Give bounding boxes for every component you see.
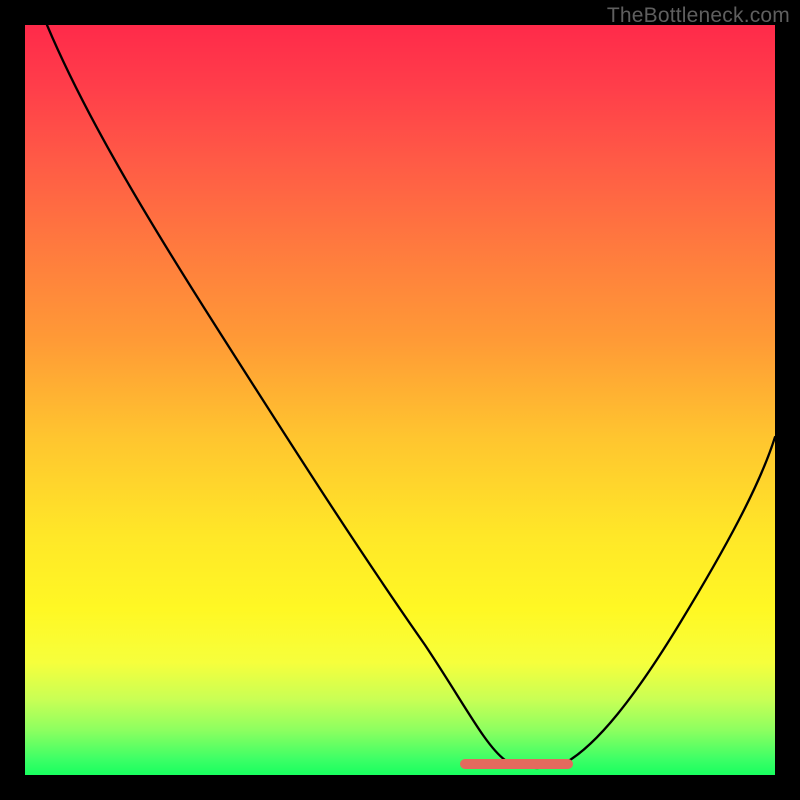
chart-frame: TheBottleneck.com — [0, 0, 800, 800]
curve-path — [47, 25, 775, 768]
chart-plot-area — [25, 25, 775, 775]
watermark-text: TheBottleneck.com — [607, 4, 790, 28]
bottleneck-curve — [25, 25, 775, 775]
optimal-range-marker — [460, 759, 573, 769]
